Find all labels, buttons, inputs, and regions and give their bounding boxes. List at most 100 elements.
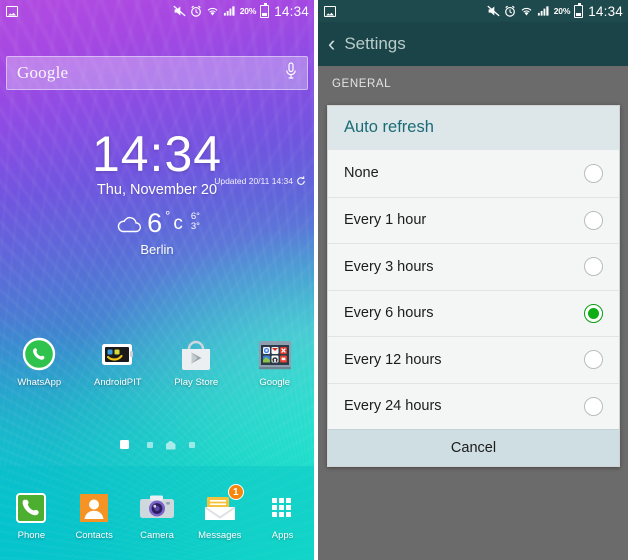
page-dot[interactable] [188, 441, 195, 448]
action-bar: ‹ Settings [318, 22, 628, 66]
widget-high: 6° [190, 210, 200, 222]
option-row-none[interactable]: None [328, 150, 619, 197]
page-dot[interactable] [146, 441, 153, 448]
google-search-label: Google [17, 63, 69, 82]
app-play-store[interactable]: Play Store [157, 336, 236, 388]
status-badge: 1 [227, 484, 244, 500]
dock-label: Camera [140, 530, 174, 541]
widget-degree-symbol: ° [165, 208, 171, 223]
google-search-widget[interactable]: Google [6, 56, 308, 90]
whatsapp-icon [20, 336, 58, 374]
dialog-title: Auto refresh [328, 106, 619, 150]
page-dot-active[interactable] [119, 440, 129, 449]
contacts-icon [75, 489, 113, 527]
status-bar-system-icons: 20% 14:34 [173, 2, 309, 19]
radio-button-selected[interactable] [584, 303, 603, 323]
option-label: Every 1 hour [344, 212, 427, 229]
status-bar-system-icons: 20% 14:34 [487, 2, 623, 19]
status-bar-notifications [6, 5, 18, 17]
androidpit-icon [99, 336, 137, 374]
cancel-button[interactable]: Cancel [328, 429, 619, 466]
widget-weather: 6 ° c 6° 3° [0, 208, 314, 239]
dock-phone[interactable]: Phone [0, 489, 63, 541]
app-label: WhatsApp [17, 377, 62, 388]
camera-icon [138, 489, 176, 527]
status-clock: 14:34 [274, 3, 309, 19]
radio-button[interactable] [584, 210, 603, 230]
radio-button[interactable] [584, 396, 603, 416]
signal-icon [537, 6, 549, 16]
battery-percent: 20% [553, 6, 571, 16]
dialog-option-list: None Every 1 hour Every 3 hours Every 6 … [328, 150, 619, 429]
widget-time: 14:34 [91, 126, 223, 182]
clock-weather-widget[interactable]: 14:34 Thu, November 20 6 ° c 6° 3° Berli… [0, 128, 314, 257]
widget-city: Berlin [140, 242, 174, 257]
widget-temperature: 6 [147, 208, 163, 238]
image-icon [324, 5, 336, 17]
option-label: Every 12 hours [344, 351, 442, 368]
radio-button[interactable] [584, 163, 603, 183]
messages-icon: 1 [201, 484, 244, 527]
app-label: AndroidPIT [93, 377, 142, 388]
dock-apps[interactable]: Apps [251, 489, 314, 541]
alarm-icon [504, 5, 515, 17]
dock-messages[interactable]: 1 Messages [188, 484, 251, 541]
option-row-every-1-hour[interactable]: Every 1 hour [328, 196, 619, 244]
mute-icon [487, 5, 500, 17]
app-label: Play Store [174, 377, 219, 388]
page-title: Settings [344, 34, 406, 53]
widget-updated-row[interactable]: Updated 20/11 14:34 [214, 176, 306, 186]
app-whatsapp[interactable]: WhatsApp [0, 336, 79, 388]
widget-updated-text: Updated 20/11 14:34 [214, 176, 293, 186]
option-row-every-3-hours[interactable]: Every 3 hours [328, 243, 619, 290]
status-clock: 14:34 [588, 3, 623, 19]
apps-grid-icon [264, 489, 302, 527]
radio-button[interactable] [584, 350, 603, 370]
alarm-icon [190, 5, 201, 17]
dock: Phone Contacts Camera 1 Messages Apps [0, 466, 314, 560]
left-phone-homescreen: 20% 14:34 Google 14:34 Thu, November 20 [0, 0, 314, 560]
wifi-icon [207, 8, 218, 16]
option-row-every-24-hours[interactable]: Every 24 hours [328, 382, 619, 430]
option-label: Every 6 hours [344, 305, 434, 322]
dual-screenshot: 20% 14:34 Google 14:34 Thu, November 20 [0, 0, 628, 560]
signal-icon [223, 6, 235, 16]
microphone-icon[interactable] [285, 61, 297, 85]
battery-percent: 20% [239, 6, 257, 16]
widget-low: 3° [190, 220, 200, 232]
option-label: None [344, 165, 379, 182]
status-bar-right: 20% 14:34 [318, 0, 628, 22]
dock-label: Apps [271, 530, 294, 541]
option-row-every-6-hours[interactable]: Every 6 hours [328, 289, 619, 337]
play-store-icon [177, 336, 215, 374]
dock-label: Phone [17, 530, 46, 541]
dock-camera[interactable]: Camera [126, 489, 189, 541]
cloud-icon [117, 216, 142, 232]
widget-temperature-unit: c [173, 212, 183, 234]
google-folder-icon [256, 336, 294, 374]
dock-label: Contacts [75, 530, 113, 541]
status-bar-left: 20% 14:34 [0, 0, 314, 22]
app-google-folder[interactable]: Google [236, 336, 315, 388]
phone-icon [12, 489, 50, 527]
dock-label: Messages [198, 530, 242, 541]
widget-high-low: 6° 3° [190, 210, 200, 232]
section-header-general: GENERAL [318, 66, 628, 102]
radio-button[interactable] [584, 257, 603, 277]
app-icon-row: WhatsApp AndroidPIT Play Store Google [0, 336, 314, 388]
battery-icon [260, 2, 270, 18]
refresh-icon[interactable] [296, 176, 306, 186]
status-bar-notifications [324, 5, 336, 17]
image-icon [6, 5, 18, 17]
option-label: Every 3 hours [344, 258, 434, 275]
right-phone-settings: 20% 14:34 ‹ Settings GENERAL Auto refres… [318, 0, 628, 560]
auto-refresh-dialog: Auto refresh None Every 1 hour Every 3 h… [327, 105, 620, 467]
wifi-icon [521, 8, 532, 16]
option-row-every-12-hours[interactable]: Every 12 hours [328, 336, 619, 383]
app-label: Google [259, 377, 291, 388]
back-chevron-icon[interactable]: ‹ [328, 33, 335, 55]
option-label: Every 24 hours [344, 398, 442, 415]
battery-icon [574, 2, 584, 18]
dock-contacts[interactable]: Contacts [63, 489, 126, 541]
app-androidpit[interactable]: AndroidPIT [79, 336, 158, 388]
